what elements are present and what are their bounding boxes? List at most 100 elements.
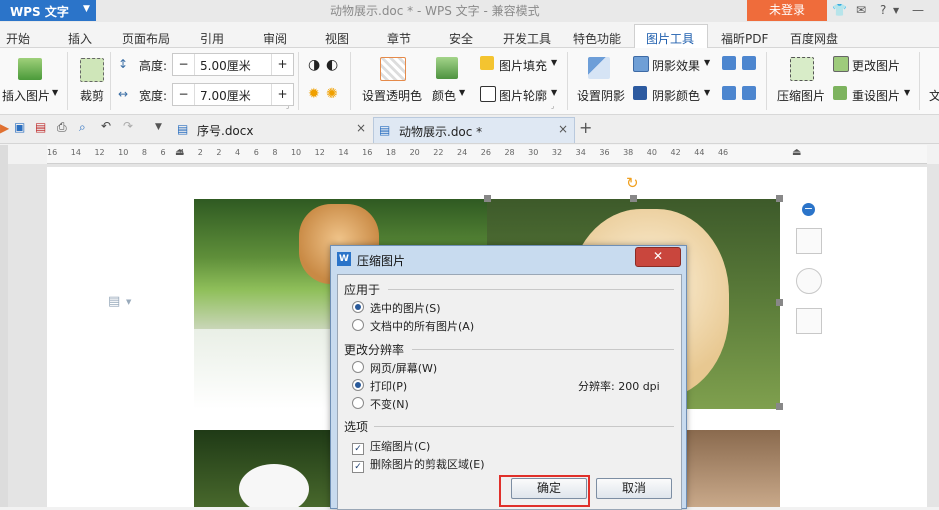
chevron-down-icon[interactable]: ▼ <box>551 58 557 67</box>
document-tab[interactable]: ▤ 序号.docx × <box>172 117 372 142</box>
width-plus-button[interactable]: + <box>271 84 293 105</box>
tab-picture-tools[interactable]: 图片工具 <box>646 30 694 47</box>
tab-references[interactable]: 引用 <box>200 30 224 47</box>
compress-picture-button[interactable]: 压缩图片 <box>777 87 825 104</box>
checkbox-icon[interactable]: ✓ <box>352 443 364 455</box>
indent-marker[interactable]: ⏏ <box>175 147 184 158</box>
crop-tool-icon[interactable] <box>796 308 822 334</box>
zoom-in-icon[interactable] <box>796 268 822 294</box>
set-shadow-button[interactable]: 设置阴影 <box>577 87 625 104</box>
chevron-down-icon[interactable]: ▼ <box>704 88 710 97</box>
nudge-right-icon[interactable] <box>742 86 756 100</box>
login-button[interactable]: 未登录 <box>747 0 827 21</box>
chevron-down-icon[interactable]: ▼ <box>893 6 899 15</box>
height-minus-button[interactable]: − <box>173 54 195 75</box>
chevron-down-icon[interactable]: ▼ <box>704 58 710 67</box>
chevron-down-icon[interactable]: ▼ <box>155 122 162 132</box>
checkbox-compress[interactable]: ✓ 压缩图片(C) <box>352 438 430 455</box>
close-icon[interactable]: × <box>558 122 568 136</box>
tab-features[interactable]: 特色功能 <box>573 30 621 47</box>
app-menu-button[interactable]: WPS 文字 ▼ <box>0 0 96 21</box>
width-minus-button[interactable]: − <box>173 84 195 105</box>
document-tab-label[interactable]: 序号.docx <box>197 122 253 139</box>
tab-insert[interactable]: 插入 <box>68 30 92 47</box>
print-icon[interactable]: ⎙ <box>57 120 67 135</box>
close-icon[interactable]: × <box>356 121 366 135</box>
checkbox-delete-cropped[interactable]: ✓ 删除图片的剪裁区域(E) <box>352 456 485 473</box>
minimize-icon[interactable]: — <box>912 3 924 17</box>
chevron-down-icon[interactable]: ▼ <box>52 88 58 97</box>
dialog-launcher-icon[interactable]: ⌟ <box>286 102 289 110</box>
chevron-down-icon[interactable]: ▼ <box>904 88 910 97</box>
color-button[interactable]: 颜色 <box>432 87 456 104</box>
tab-review[interactable]: 审阅 <box>263 30 287 47</box>
shirt-icon[interactable]: 👕 <box>832 3 847 17</box>
nudge-up-icon[interactable] <box>722 56 736 70</box>
tab-developer[interactable]: 开发工具 <box>503 30 551 47</box>
chevron-down-icon[interactable]: ▼ <box>126 298 131 306</box>
checkbox-icon[interactable]: ✓ <box>352 461 364 473</box>
radio-icon[interactable] <box>352 319 364 331</box>
rotate-handle-icon[interactable]: ↻ <box>626 174 639 192</box>
brightness-down-icon[interactable]: ✺ <box>326 86 338 102</box>
chat-icon[interactable]: ✉ <box>856 3 866 17</box>
picture-outline-button[interactable]: 图片轮廓 <box>499 87 547 104</box>
tab-page-layout[interactable]: 页面布局 <box>122 30 170 47</box>
radio-unchanged[interactable]: 不变(N) <box>352 396 409 412</box>
export-pdf-icon[interactable]: ▤ <box>35 120 46 134</box>
redo-icon[interactable]: ↷ <box>123 119 133 133</box>
tab-view[interactable]: 视图 <box>325 30 349 47</box>
document-tab-label[interactable]: 动物展示.doc * <box>399 123 482 140</box>
resize-handle[interactable] <box>484 195 491 202</box>
nudge-left-icon[interactable] <box>722 86 736 100</box>
tab-section[interactable]: 章节 <box>387 30 411 47</box>
collapse-icon[interactable]: − <box>802 203 815 216</box>
picture-fill-button[interactable]: 图片填充 <box>499 57 547 74</box>
brightness-up-icon[interactable]: ✹ <box>308 86 320 102</box>
new-tab-icon[interactable]: + <box>579 118 592 137</box>
contrast-down-icon[interactable]: ◐ <box>326 57 338 73</box>
resize-handle[interactable] <box>630 195 637 202</box>
width-value[interactable]: 7.00厘米 <box>200 87 251 104</box>
undo-icon[interactable]: ↶ <box>101 119 111 133</box>
close-icon[interactable]: ✕ <box>635 247 681 267</box>
paragraph-options-icon[interactable]: ▤ <box>108 294 120 309</box>
dialog-launcher-icon[interactable]: ⌟ <box>551 102 554 110</box>
radio-selected-pictures[interactable]: 选中的图片(S) <box>352 300 441 316</box>
reset-picture-button[interactable]: 重设图片 <box>852 87 900 104</box>
nudge-down-icon[interactable] <box>742 56 756 70</box>
shadow-effect-button[interactable]: 阴影效果 <box>652 57 700 74</box>
resize-handle[interactable] <box>776 403 783 410</box>
radio-all-pictures[interactable]: 文档中的所有图片(A) <box>352 318 474 334</box>
tab-security[interactable]: 安全 <box>449 30 473 47</box>
layout-options-icon[interactable] <box>796 228 822 254</box>
dialog-title-bar[interactable]: W 压缩图片 ✕ <box>331 246 686 272</box>
radio-icon[interactable] <box>352 379 364 391</box>
chevron-down-icon[interactable]: ▼ <box>551 88 557 97</box>
insert-picture-button[interactable]: 插入图片 <box>2 87 50 104</box>
tab-baidu-netdisk[interactable]: 百度网盘 <box>790 30 838 47</box>
radio-print[interactable]: 打印(P) <box>352 378 407 394</box>
help-icon[interactable]: ? <box>880 3 886 17</box>
radio-icon[interactable] <box>352 361 364 373</box>
crop-button[interactable]: 裁剪 <box>80 87 104 104</box>
resize-handle[interactable] <box>776 299 783 306</box>
horizontal-ruler[interactable]: 16 14 12 10 8 6 4 2 2 4 6 8 10 12 14 16 … <box>47 145 927 164</box>
height-value[interactable]: 5.00厘米 <box>200 57 251 74</box>
radio-web-screen[interactable]: 网页/屏幕(W) <box>352 360 437 376</box>
tab-foxit-pdf[interactable]: 福昕PDF <box>721 30 768 47</box>
tab-home[interactable]: 开始 <box>6 30 30 47</box>
document-tab-active[interactable]: ▤ 动物展示.doc * × <box>373 117 575 143</box>
shadow-color-button[interactable]: 阴影颜色 <box>652 87 700 104</box>
save-icon[interactable]: ▣ <box>14 120 25 134</box>
contrast-icon[interactable]: ◑ <box>308 57 320 73</box>
right-indent-marker[interactable]: ⏏ <box>792 147 801 158</box>
cancel-button[interactable]: 取消 <box>596 478 672 499</box>
chevron-down-icon[interactable]: ▼ <box>459 88 465 97</box>
width-stepper[interactable]: − 7.00厘米 + <box>172 83 294 106</box>
height-stepper[interactable]: − 5.00厘米 + <box>172 53 294 76</box>
new-icon[interactable]: ▶ <box>0 121 9 135</box>
set-transparent-button[interactable]: 设置透明色 <box>362 87 422 104</box>
print-preview-icon[interactable]: ⌕ <box>79 120 86 135</box>
radio-icon[interactable] <box>352 301 364 313</box>
